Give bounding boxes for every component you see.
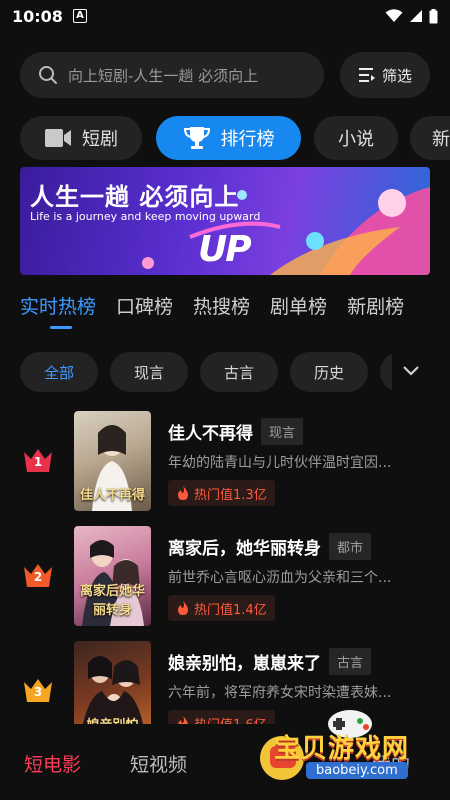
ranking-list: 1 佳人不再得 佳人不再得 现言 年幼的陆青山与儿时伙伴温时宜因... 热门值1… — [0, 406, 450, 724]
cover-figure — [83, 656, 143, 724]
drama-title[interactable]: 离家后，她华丽转身 — [168, 534, 321, 559]
trophy-icon — [183, 127, 210, 149]
category-tabs: 短剧 排行榜 小说 新 — [20, 116, 450, 160]
tab-label: 排行榜 — [220, 129, 275, 150]
rank-crown: 1 — [22, 446, 54, 474]
cover-title: 佳人不再得 — [79, 488, 145, 503]
signal-icon — [410, 10, 422, 22]
chevron-down-icon — [403, 366, 419, 376]
cover-title: 离家后她华丽转身 — [79, 584, 145, 618]
drama-cover[interactable]: 娘亲别怕 — [74, 641, 151, 724]
genre-tag: 现言 — [261, 418, 304, 445]
title-row: 娘亲别怕，崽崽来了 古言 — [168, 648, 372, 675]
cover-title: 娘亲别怕 — [78, 714, 147, 724]
flame-icon — [178, 716, 188, 724]
list-item[interactable]: 2 离家后她华丽转身 离家后，她华丽转身 都市 前世乔心言呕心沥血为父亲和三个.… — [0, 521, 450, 631]
tab-label: 新 — [432, 129, 450, 150]
watermark-url: baobeiy.com — [306, 762, 408, 779]
drama-description: 六年前，将军府养女宋时染遭表妹... — [168, 685, 392, 701]
genre-filter: 全部 现言 古言 历史 — [20, 352, 392, 392]
search-input[interactable]: 向上短剧-人生一趟 必须向上 — [20, 52, 324, 98]
search-row: 向上短剧-人生一趟 必须向上 筛选 — [20, 52, 430, 98]
drama-title[interactable]: 娘亲别怕，崽崽来了 — [168, 649, 321, 674]
filter-label: 筛选 — [381, 66, 412, 85]
rank-tab-hot-search[interactable]: 热搜榜 — [193, 292, 250, 319]
heat-badge: 热门值1.4亿 — [168, 595, 275, 621]
drama-title[interactable]: 佳人不再得 — [168, 419, 253, 444]
drama-description: 前世乔心言呕心沥血为父亲和三个... — [168, 570, 392, 586]
tab-novel[interactable]: 小说 — [314, 116, 398, 160]
rank-tab-reputation[interactable]: 口碑榜 — [116, 292, 173, 319]
rank-tabs: 实时热榜 口碑榜 热搜榜 剧单榜 新剧榜 — [20, 292, 404, 319]
list-item[interactable]: 1 佳人不再得 佳人不再得 现言 年幼的陆青山与儿时伙伴温时宜因... 热门值1… — [0, 406, 450, 516]
rank-crown: 2 — [22, 561, 54, 589]
genre-chip-all[interactable]: 全部 — [20, 352, 98, 392]
title-row: 离家后，她华丽转身 都市 — [168, 533, 372, 560]
genre-chip-ancient[interactable]: 古言 — [200, 352, 278, 392]
active-tab-indicator — [50, 326, 72, 329]
genre-chip-modern[interactable]: 现言 — [110, 352, 188, 392]
search-icon — [39, 66, 57, 84]
nav-short-movie[interactable]: 短电影 — [24, 750, 81, 777]
rank-tab-playlist[interactable]: 剧单榜 — [270, 292, 327, 319]
battery-icon — [429, 8, 438, 23]
filter-button[interactable]: 筛选 — [340, 52, 430, 98]
rank-tab-new[interactable]: 新剧榜 — [347, 292, 404, 319]
title-row: 佳人不再得 现言 — [168, 418, 304, 445]
rank-number: 1 — [33, 455, 43, 469]
tab-label: 小说 — [338, 129, 374, 150]
rank-tab-realtime[interactable]: 实时热榜 — [20, 292, 96, 319]
heat-value: 热门值1.3亿 — [194, 487, 267, 503]
expand-genres-button[interactable] — [396, 356, 426, 386]
drama-cover[interactable]: 离家后她华丽转身 — [74, 526, 151, 626]
rank-number: 2 — [33, 570, 43, 584]
genre-chip-more[interactable] — [380, 352, 392, 392]
banner-logo: UP — [198, 229, 252, 270]
tab-ranking[interactable]: 排行榜 — [156, 116, 301, 160]
notification-a-icon: A — [72, 9, 87, 23]
site-watermark: 宝贝游戏网 baobeiy.com — [250, 706, 450, 800]
video-camera-icon — [45, 129, 71, 147]
heat-value: 热门值1.4亿 — [194, 602, 267, 618]
flame-icon — [178, 486, 188, 500]
banner-title: 人生一趟 必须向上 — [30, 183, 240, 211]
genre-chip-history[interactable]: 历史 — [290, 352, 368, 392]
tab-label: 短剧 — [82, 129, 118, 150]
status-time: 10:08 — [12, 6, 63, 26]
rank-crown: 3 — [22, 676, 54, 704]
flame-icon — [178, 601, 188, 615]
tab-new[interactable]: 新 — [410, 116, 450, 160]
filter-icon — [358, 68, 375, 82]
genre-tag: 都市 — [329, 533, 372, 560]
heat-badge: 热门值1.3亿 — [168, 480, 275, 506]
wifi-icon — [385, 9, 403, 22]
watermark-title: 宝贝游戏网 — [274, 734, 410, 764]
status-icons — [385, 8, 438, 24]
genre-tag: 古言 — [329, 648, 372, 675]
promo-banner[interactable]: 人生一趟 必须向上 Life is a journey and keep mov… — [20, 167, 430, 275]
rank-number: 3 — [33, 685, 43, 699]
search-placeholder: 向上短剧-人生一趟 必须向上 — [68, 66, 259, 85]
status-bar: 10:08 A — [0, 0, 450, 32]
drama-description: 年幼的陆青山与儿时伙伴温时宜因... — [168, 455, 392, 471]
banner-subtitle: Life is a journey and keep moving upward — [30, 210, 261, 223]
tab-short-drama[interactable]: 短剧 — [20, 116, 142, 160]
nav-short-video[interactable]: 短视频 — [130, 750, 187, 777]
drama-cover[interactable]: 佳人不再得 — [74, 411, 151, 511]
